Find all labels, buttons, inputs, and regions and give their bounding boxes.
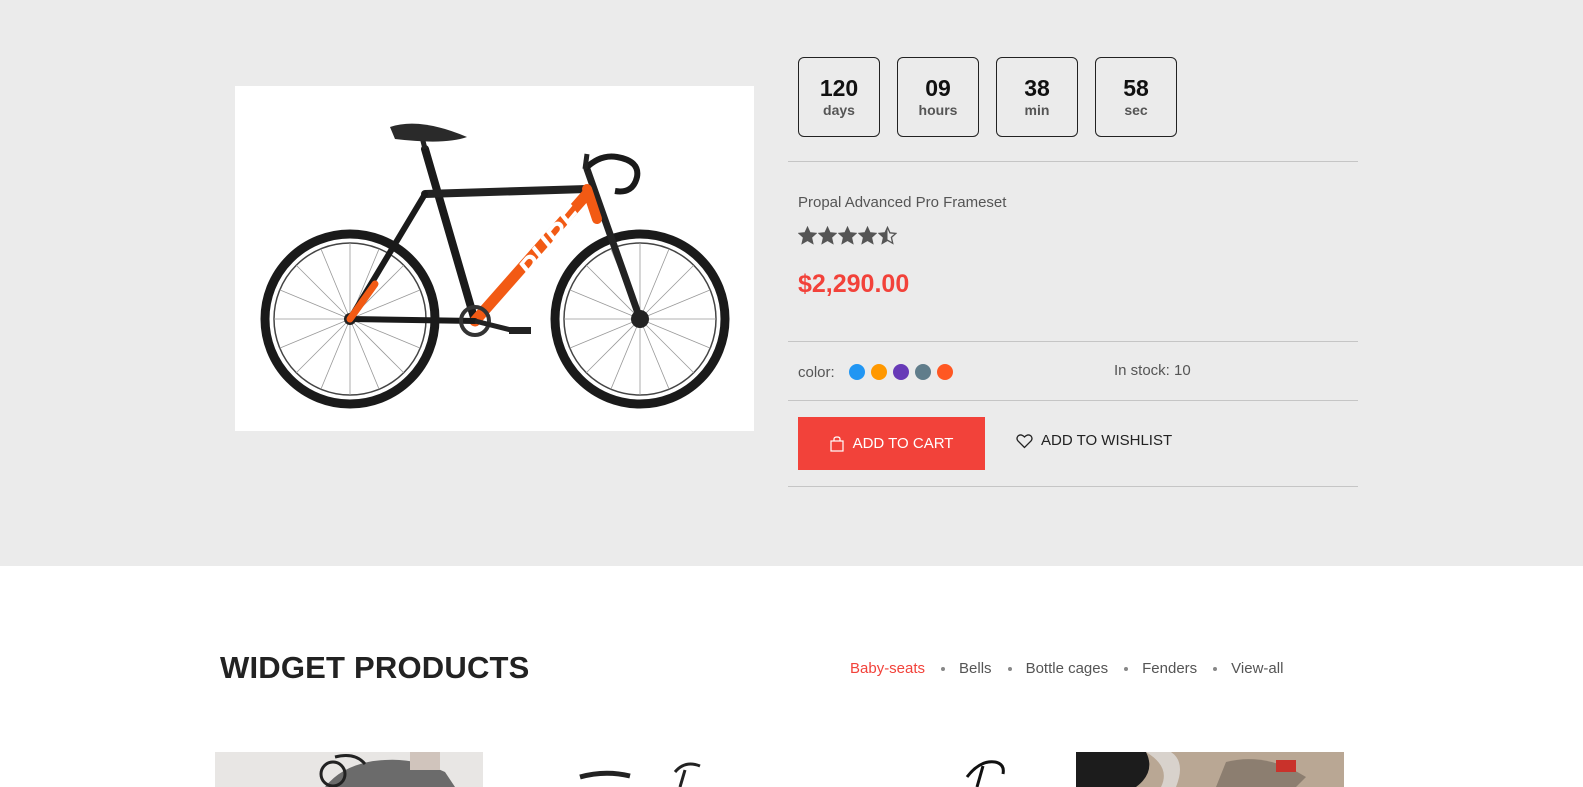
color-swatch[interactable] bbox=[848, 364, 865, 380]
product-thumbnail[interactable] bbox=[575, 752, 715, 787]
countdown-unit: min bbox=[1024, 102, 1050, 118]
countdown-hours: 09 hours bbox=[897, 57, 979, 137]
add-to-cart-label: ADD TO CART bbox=[852, 435, 954, 452]
color-swatches bbox=[848, 364, 959, 380]
tab-bottle-cages[interactable]: Bottle cages bbox=[1026, 660, 1109, 677]
product-photo bbox=[579, 762, 701, 787]
countdown-days: 120 days bbox=[798, 57, 880, 137]
tab-baby-seats[interactable]: Baby-seats bbox=[850, 660, 925, 677]
star-full-icon bbox=[818, 226, 837, 245]
widget-products-title: WIDGET PRODUCTS bbox=[220, 650, 530, 685]
star-half-icon bbox=[878, 226, 897, 245]
divider bbox=[788, 161, 1358, 162]
color-swatch[interactable] bbox=[870, 364, 887, 380]
color-swatch[interactable] bbox=[892, 364, 909, 380]
deal-section: PURE 120 days 09 hours 38 min 58 sec Pro… bbox=[0, 0, 1583, 566]
product-photo bbox=[1076, 752, 1344, 787]
product-image[interactable]: PURE bbox=[235, 86, 754, 431]
countdown-timer: 120 days 09 hours 38 min 58 sec bbox=[798, 57, 1177, 137]
divider bbox=[788, 341, 1358, 342]
product-thumbnail[interactable] bbox=[955, 752, 1015, 787]
star-rating bbox=[798, 226, 897, 245]
countdown-unit: sec bbox=[1124, 102, 1148, 118]
tab-separator bbox=[941, 666, 946, 671]
star-full-icon bbox=[798, 226, 817, 245]
product-thumbnail[interactable] bbox=[215, 752, 483, 787]
product-photo bbox=[215, 752, 483, 787]
color-selector: color: bbox=[798, 361, 959, 383]
add-to-cart-button[interactable]: ADD TO CART bbox=[798, 417, 985, 470]
divider bbox=[788, 400, 1358, 401]
product-price: $2,290.00 bbox=[798, 270, 910, 298]
add-to-wishlist-label: ADD TO WISHLIST bbox=[1041, 432, 1173, 449]
countdown-seconds: 58 sec bbox=[1095, 57, 1177, 137]
tab-separator bbox=[1213, 666, 1218, 671]
tab-separator bbox=[1007, 666, 1012, 671]
countdown-unit: hours bbox=[918, 102, 958, 118]
star-full-icon bbox=[838, 226, 857, 245]
tab-separator bbox=[1124, 666, 1129, 671]
shopping-bag-icon bbox=[829, 435, 844, 452]
widget-category-tabs: Baby-seats Bells Bottle cages Fenders View-a… bbox=[850, 660, 1283, 677]
heart-icon bbox=[1016, 433, 1033, 448]
countdown-minutes: 38 min bbox=[996, 57, 1078, 137]
tab-view-all[interactable]: View-all bbox=[1231, 660, 1283, 677]
color-swatch[interactable] bbox=[936, 364, 953, 380]
product-name-link[interactable]: Propal Advanced Pro Frameset bbox=[798, 194, 1006, 211]
countdown-unit: days bbox=[823, 102, 855, 118]
countdown-value: 38 bbox=[1024, 75, 1050, 101]
tab-bells[interactable]: Bells bbox=[959, 660, 992, 677]
add-to-wishlist-button[interactable]: ADD TO WISHLIST bbox=[1016, 432, 1172, 449]
product-thumbnail[interactable] bbox=[1076, 752, 1344, 787]
countdown-value: 58 bbox=[1123, 75, 1149, 101]
tab-fenders[interactable]: Fenders bbox=[1142, 660, 1197, 677]
product-thumbnails bbox=[215, 752, 1344, 787]
stock-status: In stock: 10 bbox=[1114, 362, 1191, 379]
star-full-icon bbox=[858, 226, 877, 245]
countdown-value: 09 bbox=[925, 75, 951, 101]
color-swatch[interactable] bbox=[914, 364, 931, 380]
bicycle-image: PURE bbox=[260, 123, 729, 408]
countdown-value: 120 bbox=[819, 75, 859, 101]
product-photo bbox=[965, 760, 1005, 787]
color-label: color: bbox=[798, 363, 835, 381]
divider bbox=[788, 486, 1358, 487]
